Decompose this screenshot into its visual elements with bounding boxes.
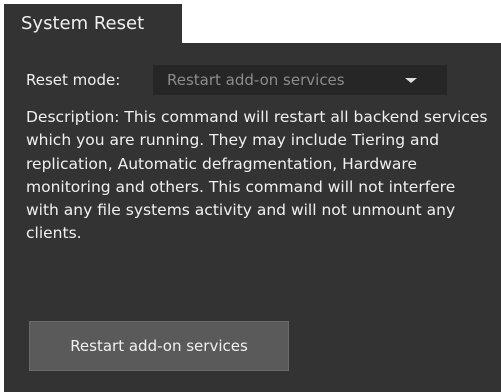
reset-mode-select[interactable]: Restart add-on services	[153, 65, 447, 95]
reset-mode-label: Reset mode:	[26, 71, 121, 89]
tab-system-reset[interactable]: System Reset	[4, 4, 182, 44]
chevron-down-icon[interactable]	[405, 78, 417, 83]
restart-add-on-services-button[interactable]: Restart add-on services	[29, 321, 289, 371]
tab-title: System Reset	[21, 13, 145, 34]
reset-mode-row: Reset mode: Restart add-on services	[26, 65, 447, 95]
system-reset-panel: Reset mode: Restart add-on services Desc…	[4, 43, 501, 392]
description-text: Description: This command will restart a…	[26, 108, 488, 243]
reset-mode-selected-value: Restart add-on services	[167, 71, 345, 89]
